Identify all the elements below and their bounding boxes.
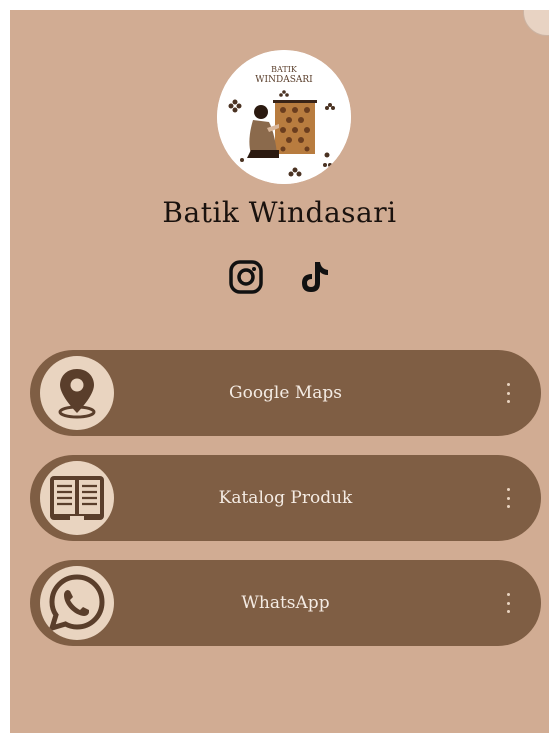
- logo-text-top: BATIK: [271, 65, 298, 74]
- linktree-page: BATIK WINDASARI Batik Windasari Google M…: [10, 10, 549, 733]
- social-links: [10, 258, 549, 296]
- link-label: WhatsApp: [241, 593, 330, 613]
- more-options-icon[interactable]: [503, 593, 513, 613]
- link-label: Katalog Produk: [218, 488, 353, 508]
- instagram-link[interactable]: [227, 258, 265, 296]
- tiktok-icon: [301, 262, 328, 292]
- tiktok-link[interactable]: [295, 258, 333, 296]
- profile-name: Batik Windasari: [162, 196, 397, 229]
- link-list: Google Maps Katalog Produk WhatsApp: [30, 350, 541, 665]
- instagram-icon: [228, 260, 263, 294]
- profile-logo: BATIK WINDASARI: [217, 50, 351, 184]
- link-whatsapp[interactable]: WhatsApp: [30, 560, 541, 646]
- share-button[interactable]: [523, 10, 549, 36]
- link-label: Google Maps: [229, 383, 342, 403]
- batik-logo-icon: BATIK WINDASARI: [217, 50, 351, 184]
- more-options-icon[interactable]: [503, 488, 513, 508]
- logo-text-bottom: WINDASARI: [255, 75, 313, 85]
- link-katalog-produk[interactable]: Katalog Produk: [30, 455, 541, 541]
- more-options-icon[interactable]: [503, 383, 513, 403]
- link-google-maps[interactable]: Google Maps: [30, 350, 541, 436]
